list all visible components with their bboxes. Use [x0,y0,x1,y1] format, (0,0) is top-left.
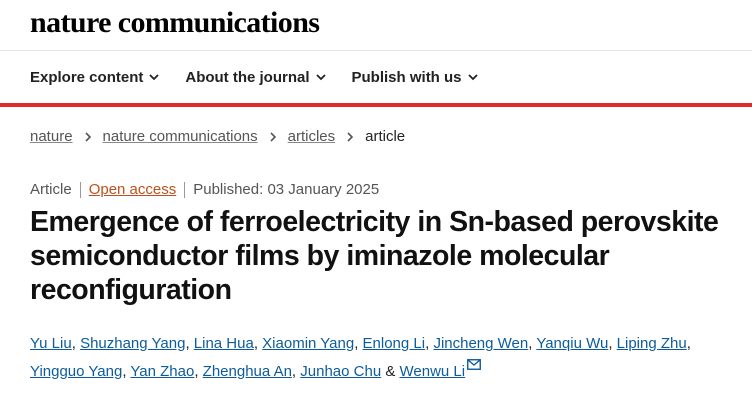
author-link[interactable]: Xiaomin Yang [262,335,354,352]
author-link[interactable]: Junhao Chu [300,363,381,380]
author-link[interactable]: Yingguo Yang [30,363,122,380]
nav-item-label: Publish with us [351,68,462,86]
site-header: nature communications [0,0,752,51]
meta-divider [79,182,81,198]
meta-divider [184,182,186,198]
breadcrumb-link-nature-communications[interactable]: nature communications [103,127,258,147]
open-access-link[interactable]: Open access [89,180,177,200]
chevron-right-icon [270,132,276,142]
chevron-right-icon [84,132,91,142]
author-link[interactable]: Liping Zhu [617,335,687,352]
author-link[interactable]: Enlong Li [363,335,426,352]
author-link[interactable]: Yanqiu Wu [536,335,608,352]
accent-bar [0,103,752,107]
article-title: Emergence of ferroelectricity in Sn-base… [30,206,719,306]
author-link[interactable]: Shuzhang Yang [80,335,185,352]
nav-item-label: About the journal [185,68,310,86]
nav-explore-content[interactable]: Explore content [30,69,159,86]
mail-icon[interactable] [467,359,482,370]
breadcrumb-link-nature[interactable]: nature [30,127,73,147]
author-link[interactable]: Wenwu Li [400,363,466,380]
chevron-down-icon [149,74,159,81]
author-link[interactable]: Zhenghua An [203,363,292,380]
author-link[interactable]: Jincheng Wen [433,335,528,352]
main-nav: Explore content About the journal Publis… [0,51,752,103]
nav-about-the-journal[interactable]: About the journal [185,68,326,86]
nav-publish-with-us[interactable]: Publish with us [352,69,478,86]
breadcrumb-link-articles[interactable]: articles [288,127,336,147]
published-date: Published: 03 January 2025 [193,181,380,198]
article-type: Article [30,181,72,198]
author-link[interactable]: Lina Hua [194,335,254,352]
chevron-down-icon [315,74,326,81]
author-link[interactable]: Yu Liu [30,335,72,352]
site-logo[interactable]: nature communications [30,4,320,42]
chevron-down-icon [467,74,478,81]
nav-item-label: Explore content [30,68,144,86]
author-list: Yu Liu, Shuzhang Yang, Lina Hua, Xiaomin… [30,335,691,380]
breadcrumb: nature nature communications articles ar… [30,127,405,147]
breadcrumb-current: article [365,128,406,145]
chevron-right-icon [347,132,354,142]
author-link[interactable]: Yan Zhao [130,363,194,380]
article-meta: Article Open access Published: 03 Januar… [30,180,379,200]
